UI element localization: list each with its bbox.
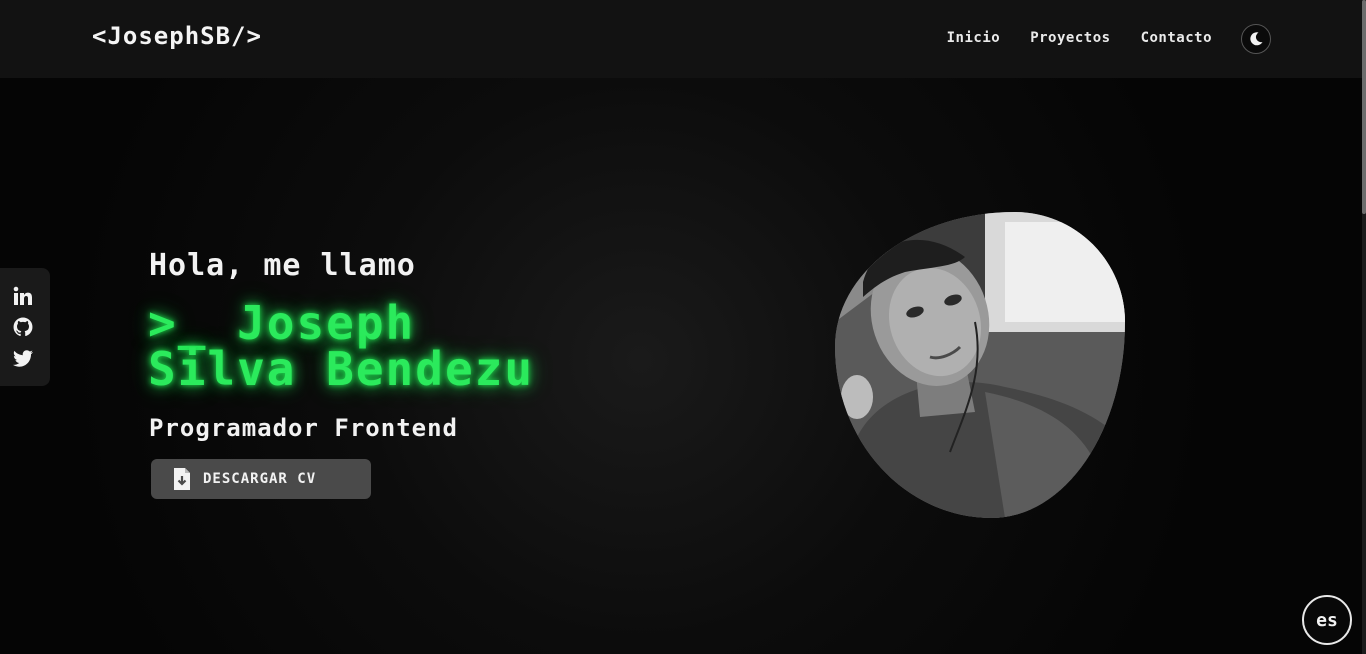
nav-link-inicio[interactable]: Inicio <box>947 30 1001 46</box>
nav-link-proyectos[interactable]: Proyectos <box>1030 30 1110 46</box>
moon-icon <box>1250 32 1263 46</box>
linkedin-link[interactable] <box>12 285 34 307</box>
hero-greeting: Hola, me llamo <box>149 248 416 283</box>
site-header: <JosephSB/> Inicio Proyectos Contacto <box>0 0 1362 78</box>
scrollbar-thumb[interactable] <box>1362 0 1366 214</box>
download-cv-label: DESCARGAR CV <box>203 471 317 487</box>
main-nav: Inicio Proyectos Contacto <box>947 30 1212 46</box>
hero-name-line2: Silva Bendezu <box>148 342 535 396</box>
linkedin-icon <box>13 286 32 305</box>
hero-name: >_ Joseph Silva Bendezu <box>148 300 708 392</box>
hero-role: Programador Frontend <box>149 414 458 442</box>
social-sidebar <box>0 268 50 386</box>
twitter-icon <box>12 350 33 367</box>
github-link[interactable] <box>12 316 34 338</box>
profile-photo <box>835 212 1125 518</box>
site-logo[interactable]: <JosephSB/> <box>92 22 262 50</box>
file-download-icon <box>174 468 190 490</box>
language-toggle-button[interactable]: es <box>1302 595 1352 645</box>
page-scrollbar[interactable] <box>1362 0 1366 654</box>
theme-toggle-button[interactable] <box>1241 24 1271 54</box>
github-icon <box>13 317 33 337</box>
nav-link-contacto[interactable]: Contacto <box>1141 30 1212 46</box>
download-cv-button[interactable]: DESCARGAR CV <box>151 459 371 499</box>
twitter-link[interactable] <box>12 347 34 369</box>
